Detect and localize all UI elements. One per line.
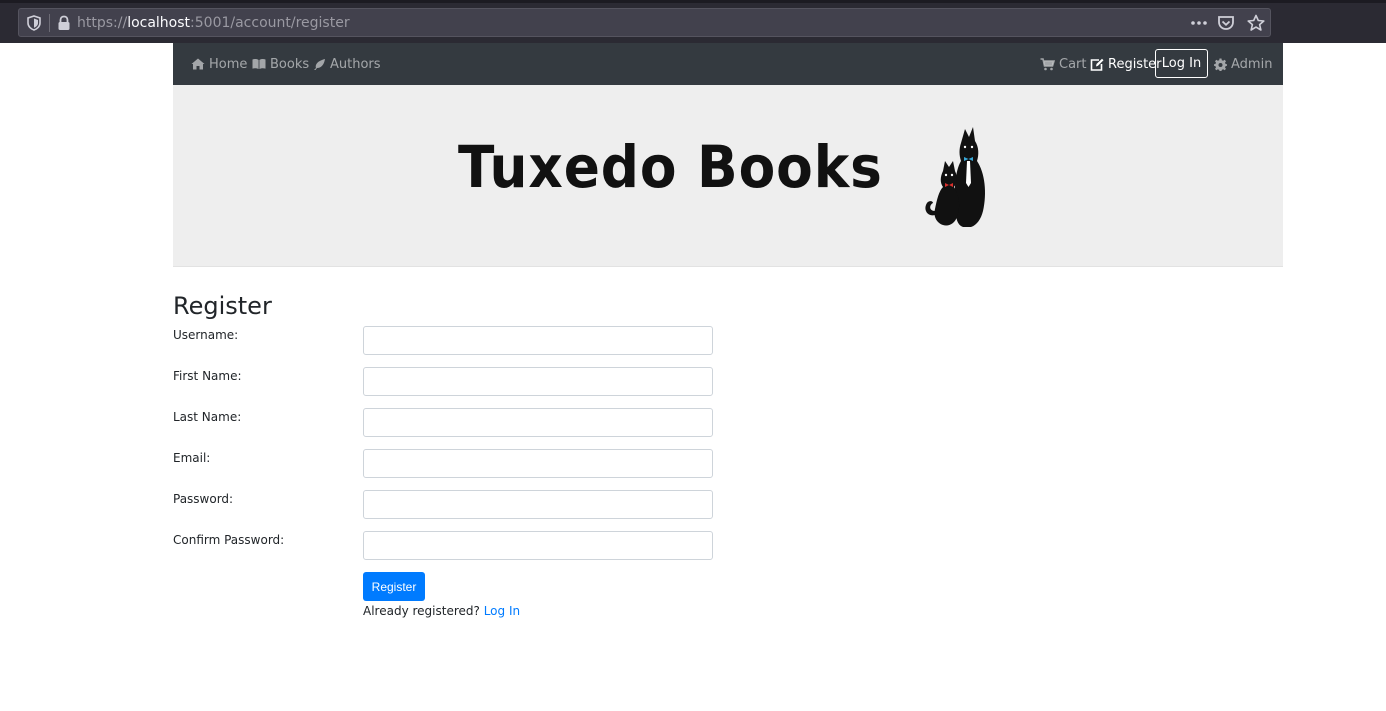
nav-cart-label: Cart: [1059, 56, 1087, 72]
confirm-password-input[interactable]: [363, 531, 713, 560]
confirm-password-label: Confirm Password:: [173, 533, 285, 547]
nav-authors-label: Authors: [330, 56, 381, 72]
nav-cart[interactable]: Cart: [1040, 43, 1087, 85]
password-input[interactable]: [363, 490, 713, 519]
url-text[interactable]: https://localhost:5001/account/register: [77, 15, 350, 31]
first-name-label: First Name:: [173, 369, 242, 383]
pocket-icon[interactable]: [1216, 14, 1236, 32]
site-banner: Tuxedo Books: [173, 85, 1283, 267]
email-label: Email:: [173, 451, 211, 465]
password-label: Password:: [173, 492, 234, 506]
gear-icon: [1214, 58, 1227, 71]
nav-home-label: Home: [209, 56, 248, 72]
email-input[interactable]: [363, 449, 713, 478]
feather-icon: [314, 58, 325, 70]
username-input[interactable]: [363, 326, 713, 355]
browser-top-edge: [0, 0, 1386, 3]
nav-login-button[interactable]: Log In: [1155, 49, 1208, 78]
lock-icon[interactable]: [57, 15, 71, 31]
nav-register[interactable]: Register: [1090, 43, 1162, 85]
last-name-label: Last Name:: [173, 410, 242, 424]
nav-register-label: Register: [1108, 56, 1162, 72]
cart-icon: [1040, 57, 1055, 70]
last-name-input[interactable]: [363, 408, 713, 437]
nav-books-label: Books: [270, 56, 310, 72]
more-icon[interactable]: [1189, 14, 1209, 32]
star-icon[interactable]: [1246, 14, 1266, 32]
nav-admin[interactable]: Admin: [1214, 43, 1272, 85]
book-icon: [252, 59, 266, 69]
page-title: Register: [173, 292, 272, 320]
nav-books[interactable]: Books: [252, 43, 309, 85]
first-name-input[interactable]: [363, 367, 713, 396]
browser-toolbar: https://localhost:5001/account/register: [0, 0, 1386, 43]
already-registered-text: Already registered?: [363, 604, 480, 618]
username-label: Username:: [173, 328, 239, 342]
already-registered-line: Already registered? Log In: [363, 604, 520, 618]
login-link[interactable]: Log In: [484, 604, 520, 618]
url-separator: [49, 14, 50, 32]
site-navbar: Home Books Authors Cart Register Log In: [173, 43, 1283, 85]
nav-home[interactable]: Home: [191, 43, 247, 85]
logo-text: Tuxedo Books: [458, 133, 883, 201]
tuxedo-cats-logo: [925, 127, 985, 227]
edit-icon: [1090, 58, 1104, 71]
shield-icon[interactable]: [27, 15, 41, 31]
home-icon: [191, 58, 205, 70]
register-button[interactable]: Register: [363, 572, 425, 601]
nav-authors[interactable]: Authors: [313, 43, 381, 85]
nav-admin-label: Admin: [1231, 56, 1273, 72]
url-bar[interactable]: https://localhost:5001/account/register: [18, 8, 1271, 37]
